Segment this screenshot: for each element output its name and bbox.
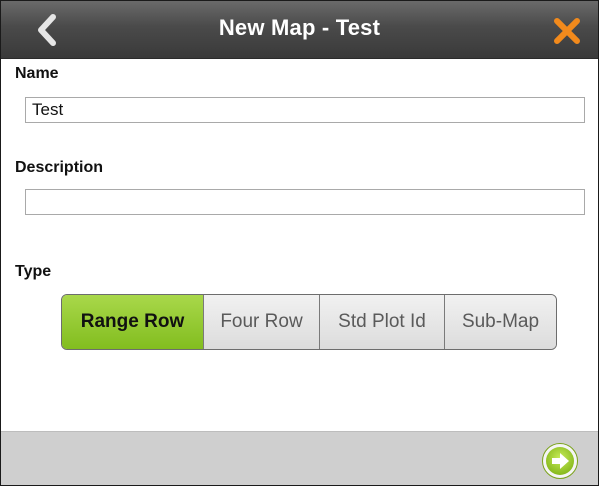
description-input[interactable] (25, 189, 585, 215)
footer-bar (1, 431, 598, 485)
close-button[interactable] (550, 14, 584, 48)
page-title: New Map - Test (218, 15, 381, 40)
type-option-sub-map[interactable]: Sub-Map (444, 295, 556, 349)
description-label: Description (15, 159, 104, 176)
type-option-std-plot-id[interactable]: Std Plot Id (319, 295, 444, 349)
type-segmented-control: Range Row Four Row Std Plot Id Sub-Map (61, 294, 557, 350)
type-option-range-row[interactable]: Range Row (62, 295, 203, 349)
new-map-dialog: New Map - Test Name Description Type Ran… (0, 0, 599, 486)
type-label: Type (15, 263, 52, 280)
title-bar: New Map - Test (1, 1, 598, 59)
arrow-right-circle-icon (542, 443, 578, 479)
name-input[interactable] (25, 97, 585, 123)
type-option-four-row[interactable]: Four Row (203, 295, 319, 349)
next-button[interactable] (541, 442, 579, 480)
close-x-icon (554, 18, 580, 44)
name-label: Name (15, 65, 59, 82)
